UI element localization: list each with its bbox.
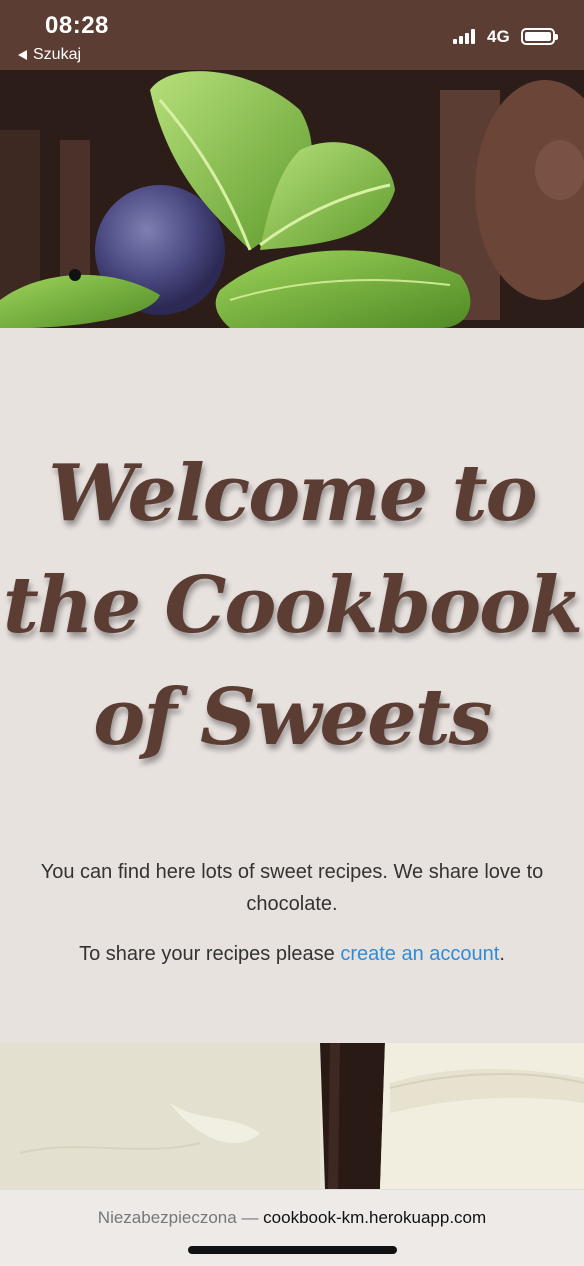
cream-chocolate-illustration — [0, 1043, 584, 1189]
network-type: 4G — [487, 27, 510, 46]
back-triangle-icon — [18, 50, 27, 60]
home-indicator[interactable] — [188, 1246, 397, 1254]
title-line-1: Welcome to — [48, 448, 537, 539]
share-suffix: . — [499, 943, 505, 965]
title-line-2: the Cookbook — [2, 560, 583, 651]
welcome-section: Welcome to the Cookbook of Sweets You ca… — [0, 328, 584, 1043]
hero-image — [0, 70, 584, 328]
clock: 08:28 — [45, 12, 109, 39]
footer-image — [0, 1043, 584, 1189]
battery-icon — [521, 28, 558, 45]
intro-description: You can find here lots of sweet recipes.… — [40, 861, 544, 915]
url-host: cookbook-km.herokuapp.com — [263, 1208, 487, 1227]
security-label: Niezabezpieczona — [97, 1208, 237, 1227]
url-display[interactable]: Niezabezpieczona — cookbook-km.herokuapp… — [0, 1208, 584, 1228]
browser-address-bar[interactable]: Niezabezpieczona — cookbook-km.herokuapp… — [0, 1189, 584, 1266]
create-account-link[interactable]: create an account — [340, 943, 499, 965]
page-title: Welcome to the Cookbook of Sweets — [0, 438, 584, 774]
mint-blueberry-illustration — [0, 70, 584, 328]
share-prefix: To share your recipes please — [79, 943, 341, 965]
title-line-3: of Sweets — [93, 672, 492, 763]
back-label: Szukaj — [33, 46, 82, 63]
cellular-signal-icon — [453, 28, 475, 44]
url-separator: — — [236, 1208, 264, 1227]
share-recipes-text: To share your recipes please create an a… — [20, 940, 564, 968]
status-bar: 08:28 Szukaj 4G — [0, 0, 584, 70]
back-to-app-button[interactable]: Szukaj — [18, 46, 81, 64]
